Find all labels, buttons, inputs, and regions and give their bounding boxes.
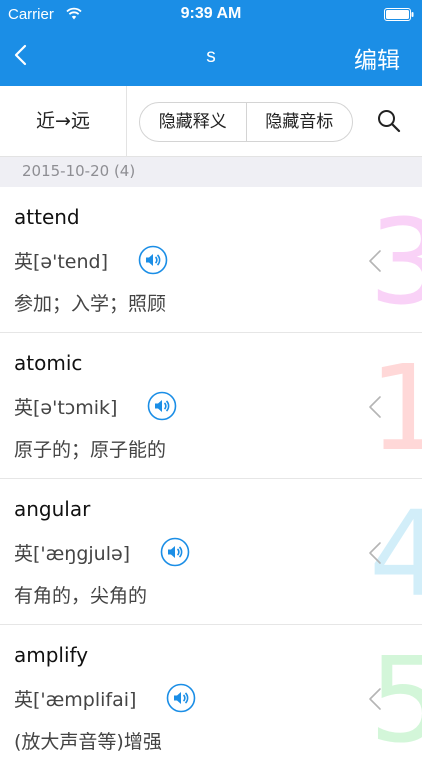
chevron-left-icon[interactable]	[368, 541, 382, 565]
word-text: angular	[14, 497, 91, 521]
word-list-item[interactable]: 1 atomic 英[ə'tɔmik] 原子的；原子能的	[0, 333, 422, 479]
word-list: 3 attend 英[ə'tend] 参加；入学；照顾 1 atomic 英[ə…	[0, 187, 422, 770]
speaker-icon[interactable]	[138, 245, 168, 275]
date-section-header: 2015-10-20 (4)	[0, 157, 422, 187]
speaker-icon[interactable]	[147, 391, 177, 421]
status-bar: Carrier 9:39 AM	[0, 0, 422, 30]
phonetic-line: 英[ə'tend]	[14, 245, 168, 275]
hide-phonetic-button[interactable]: 隐藏音标	[245, 103, 353, 141]
meaning-text: 有角的，尖角的	[14, 585, 148, 607]
phonetic-text: 英['æmplifai]	[14, 688, 137, 711]
word-list-item[interactable]: 5 amplify 英['æmplifai] (放大声音等)增强	[0, 625, 422, 770]
phonetic-text: 英[ə'tɔmik]	[14, 396, 118, 419]
phonetic-line: 英['æmplifai]	[14, 683, 196, 713]
date-label: 2015-10-20 (4)	[22, 162, 136, 180]
speaker-icon[interactable]	[160, 537, 190, 567]
edit-button[interactable]: 编辑	[354, 41, 400, 75]
word-text: amplify	[14, 643, 89, 667]
battery-icon	[384, 8, 414, 21]
hide-meaning-button[interactable]: 隐藏释义	[140, 103, 246, 141]
meaning-text: 参加；入学；照顾	[14, 293, 167, 315]
word-text: attend	[14, 205, 80, 229]
chevron-left-icon[interactable]	[368, 395, 382, 419]
word-text: atomic	[14, 351, 83, 375]
word-list-item[interactable]: 3 attend 英[ə'tend] 参加；入学；照顾	[0, 187, 422, 333]
display-toggle-group: 隐藏释义 隐藏音标	[139, 102, 353, 142]
toolbar: 近→远 隐藏释义 隐藏音标	[0, 86, 422, 157]
phonetic-text: 英['æŋgjulə]	[14, 542, 131, 565]
speaker-icon[interactable]	[166, 683, 196, 713]
search-icon[interactable]	[376, 108, 402, 134]
phonetic-line: 英[ə'tɔmik]	[14, 391, 177, 421]
meaning-text: 原子的；原子能的	[14, 439, 167, 461]
status-time: 9:39 AM	[180, 5, 242, 22]
chevron-left-icon[interactable]	[368, 249, 382, 273]
word-list-item[interactable]: 4 angular 英['æŋgjulə] 有角的，尖角的	[0, 479, 422, 625]
chevron-left-icon[interactable]	[368, 687, 382, 711]
sort-order-button[interactable]: 近→远	[0, 86, 127, 156]
phonetic-text: 英[ə'tend]	[14, 250, 108, 273]
app-header: Carrier 9:39 AM s 编辑	[0, 0, 422, 86]
phonetic-line: 英['æŋgjulə]	[14, 537, 190, 567]
